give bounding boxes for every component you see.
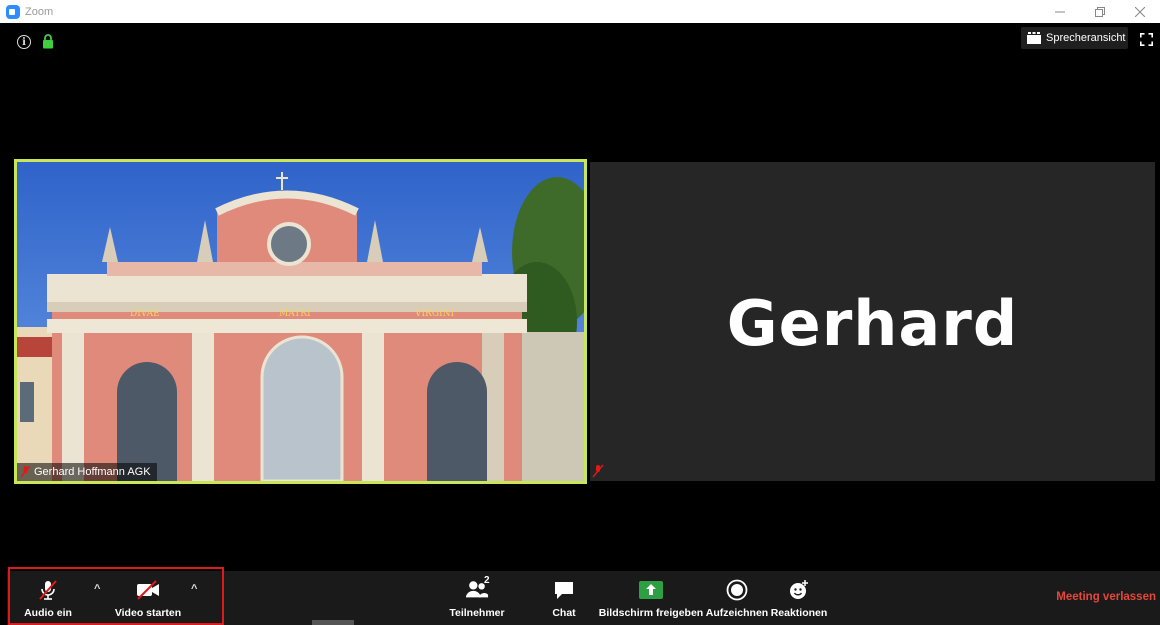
participant-video-tile[interactable]: DIVAE MATRI VIRGINI Gerhard Hoffmann AGK bbox=[14, 159, 587, 484]
video-feed-image: DIVAE MATRI VIRGINI bbox=[17, 162, 584, 481]
muted-mic-icon bbox=[592, 464, 604, 478]
participants-count: 2 bbox=[484, 575, 490, 586]
participant-name-tag: Gerhard Hoffmann AGK bbox=[17, 463, 157, 481]
lock-icon[interactable] bbox=[42, 34, 54, 49]
share-screen-icon bbox=[639, 579, 663, 601]
record-button[interactable]: Aufzeichnen bbox=[705, 571, 769, 625]
inscription-2: MATRI bbox=[279, 309, 311, 319]
participants-button[interactable]: 2 Teilnehmer bbox=[445, 571, 509, 625]
leave-meeting-button[interactable]: Meeting verlassen bbox=[1056, 591, 1156, 603]
record-label: Aufzeichnen bbox=[705, 607, 769, 619]
minimize-icon bbox=[1055, 11, 1065, 12]
participant-name-tile[interactable]: Gerhard bbox=[590, 162, 1155, 481]
audio-video-highlight-box bbox=[8, 567, 224, 625]
window-controls bbox=[1040, 0, 1160, 23]
window-title: Zoom bbox=[25, 5, 54, 18]
chat-label: Chat bbox=[552, 607, 576, 619]
participant-name: Gerhard Hoffmann AGK bbox=[34, 466, 151, 478]
participant-display-name: Gerhard bbox=[726, 286, 1019, 360]
record-icon bbox=[725, 579, 749, 601]
minimize-button[interactable] bbox=[1040, 0, 1080, 23]
speaker-view-icon bbox=[1027, 32, 1041, 44]
speaker-view-button[interactable]: Sprecheransicht bbox=[1021, 27, 1128, 49]
toolbar-scroll-indicator bbox=[312, 620, 354, 625]
chat-button[interactable]: Chat bbox=[544, 571, 584, 625]
chat-icon bbox=[552, 579, 576, 601]
muted-mic-icon bbox=[21, 466, 30, 478]
info-icon[interactable]: i bbox=[17, 35, 31, 49]
zoom-logo-icon bbox=[6, 4, 20, 19]
window-titlebar: Zoom bbox=[0, 0, 1160, 23]
share-screen-label: Bildschirm freigeben bbox=[598, 607, 704, 619]
share-screen-button[interactable]: Bildschirm freigeben bbox=[599, 571, 703, 625]
meeting-stage: i Sprecheransicht DIVAE MATRI VIRGINI Ge… bbox=[7, 23, 1160, 571]
inscription-1: DIVAE bbox=[130, 309, 160, 319]
reactions-label: Reaktionen bbox=[770, 607, 828, 619]
participants-icon: 2 bbox=[465, 575, 490, 601]
inscription-3: VIRGINI bbox=[414, 309, 454, 319]
participants-label: Teilnehmer bbox=[449, 607, 505, 619]
smiley-add-icon bbox=[787, 579, 811, 601]
reactions-button[interactable]: Reaktionen bbox=[771, 571, 827, 625]
restore-button[interactable] bbox=[1080, 0, 1120, 23]
restore-icon bbox=[1095, 6, 1105, 17]
close-icon bbox=[1135, 6, 1145, 17]
close-button[interactable] bbox=[1120, 0, 1160, 23]
speaker-view-label: Sprecheransicht bbox=[1046, 32, 1126, 44]
fullscreen-icon[interactable] bbox=[1140, 33, 1153, 46]
